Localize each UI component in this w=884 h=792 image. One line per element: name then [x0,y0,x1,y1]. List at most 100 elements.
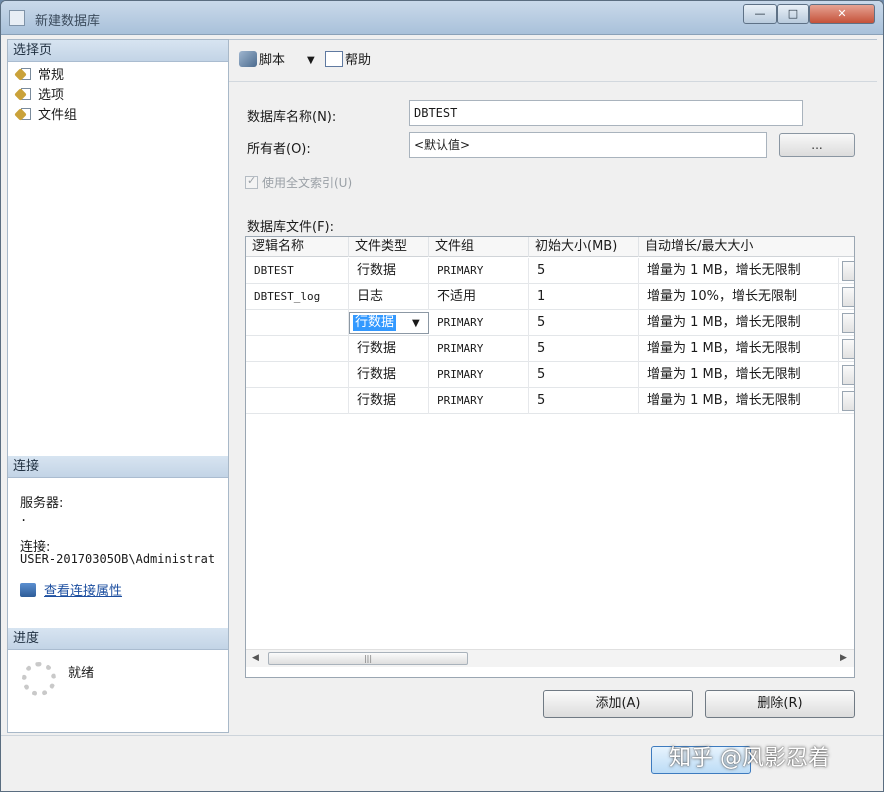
page-item-options[interactable]: 选项 [14,86,65,106]
autogrowth-edit-button[interactable] [842,391,854,411]
left-pane: 选择页 常规 选项 文件组 连接 服务器: . 连接: USER-2017030… [7,39,229,733]
file-type-cell[interactable]: 行数据 [349,362,429,388]
close-button[interactable]: ✕ [809,4,875,24]
app-icon [9,10,25,26]
file-type-selected: 行数据 [353,315,397,331]
file-type-dropdown[interactable]: 行数据 ▼ [349,312,429,334]
filegroup-cell[interactable]: PRIMARY [429,388,529,414]
logical-name-cell[interactable] [246,362,349,388]
toolbar: 脚本 ▼ 帮助 [229,40,877,82]
view-connection-properties-link[interactable]: 查看连接属性 [20,580,122,599]
owner-input[interactable]: <默认值> [409,132,767,158]
right-pane: 脚本 ▼ 帮助 数据库名称(N): DBTEST 所有者(O): <默认值> .… [229,39,877,733]
autogrowth-cell: 增量为 1 MB，增长无限制 [639,310,839,336]
view-connection-properties-text[interactable]: 查看连接属性 [44,584,122,599]
delete-button[interactable]: 删除(R) [705,690,855,718]
connection-properties-icon [20,583,36,597]
logical-name-cell[interactable] [246,336,349,362]
file-type-cell[interactable]: 行数据 [349,258,429,284]
settings-page-icon [14,67,32,81]
select-page-header: 选择页 [8,40,228,62]
logical-name-cell[interactable] [246,310,349,336]
autogrowth-edit-button[interactable] [842,287,854,307]
page-item-filegroups[interactable]: 文件组 [14,106,77,126]
chevron-down-icon[interactable]: ▼ [412,316,420,332]
initial-size-cell[interactable]: 5 [529,362,639,388]
owner-label: 所有者(O): [247,142,311,157]
database-files-grid[interactable]: 逻辑名称 文件类型 文件组 初始大小(MB) 自动增长/最大大小 DBTEST … [245,236,855,678]
fulltext-index-option: 使用全文索引(U) [245,174,352,191]
table-row[interactable]: DBTEST_log 日志 不适用 1 增量为 10%，增长无限制 [246,284,854,310]
filegroup-cell[interactable]: PRIMARY [429,336,529,362]
db-files-label: 数据库文件(F): [247,220,335,235]
filegroup-cell[interactable]: PRIMARY [429,310,529,336]
filegroup-cell[interactable]: 不适用 [429,284,529,310]
table-row[interactable]: 行数据 PRIMARY 5 增量为 1 MB，增长无限制 [246,362,854,388]
filegroup-cell[interactable]: PRIMARY [429,258,529,284]
minimize-button[interactable]: — [743,4,777,24]
scroll-left-icon[interactable]: ◀ [252,653,259,663]
autogrowth-edit-button[interactable] [842,261,854,281]
page-item-label: 常规 [38,68,65,83]
browse-owner-button[interactable]: ... [779,133,855,157]
autogrowth-cell: 增量为 10%，增长无限制 [639,284,839,310]
autogrowth-edit-button[interactable] [842,339,854,359]
autogrowth-cell: 增量为 1 MB，增长无限制 [639,388,839,414]
db-name-input[interactable]: DBTEST [409,100,803,126]
progress-header: 进度 [8,628,228,650]
watermark-text: 知乎 @风影忍着 [669,746,830,771]
help-button[interactable]: 帮助 [325,51,371,71]
column-header[interactable]: 文件类型 [349,237,429,257]
logical-name-cell[interactable]: DBTEST [246,258,349,284]
file-type-cell[interactable]: 行数据 [349,388,429,414]
column-header[interactable]: 自动增长/最大大小 [639,237,854,257]
db-name-label: 数据库名称(N): [247,110,337,125]
autogrowth-edit-button[interactable] [842,313,854,333]
progress-spinner-icon [22,662,56,696]
server-value: . [20,510,28,524]
table-row[interactable]: DBTEST 行数据 PRIMARY 5 增量为 1 MB，增长无限制 [246,258,854,284]
page-item-label: 选项 [38,88,65,103]
autogrowth-cell: 增量为 1 MB，增长无限制 [639,336,839,362]
autogrowth-edit-button[interactable] [842,365,854,385]
scroll-right-icon[interactable]: ▶ [840,653,847,663]
column-header[interactable]: 文件组 [429,237,529,257]
script-button[interactable]: 脚本 [239,51,285,71]
initial-size-cell[interactable]: 5 [529,258,639,284]
scrollbar-thumb[interactable]: ||| [268,652,468,665]
horizontal-scrollbar[interactable]: ◀ ||| ▶ [246,649,854,667]
filegroup-cell[interactable]: PRIMARY [429,362,529,388]
logical-name-cell[interactable] [246,388,349,414]
table-row[interactable]: 行数据 ▼ PRIMARY 5 增量为 1 MB，增长无限制 [246,310,854,336]
initial-size-cell[interactable]: 1 [529,284,639,310]
column-header[interactable]: 逻辑名称 [246,237,349,257]
server-label: 服务器: [20,496,64,511]
dialog-footer: 知乎 @风影忍着 [1,735,883,791]
fulltext-index-label: 使用全文索引(U) [262,176,353,190]
page-item-general[interactable]: 常规 [14,66,65,86]
grid-header: 逻辑名称 文件类型 文件组 初始大小(MB) 自动增长/最大大小 [246,237,854,257]
column-header[interactable]: 初始大小(MB) [529,237,639,257]
script-label: 脚本 [259,53,286,68]
script-dropdown-chevron-icon[interactable]: ▼ [307,51,315,71]
progress-status: 就绪 [68,666,95,681]
fulltext-index-checkbox[interactable] [245,174,258,189]
script-icon [239,51,257,67]
initial-size-cell[interactable]: 5 [529,336,639,362]
initial-size-cell[interactable]: 5 [529,388,639,414]
initial-size-cell[interactable]: 5 [529,310,639,336]
help-label: 帮助 [345,53,372,68]
maximize-button[interactable]: □ [777,4,809,24]
table-row[interactable]: 行数据 PRIMARY 5 增量为 1 MB，增长无限制 [246,336,854,362]
connection-header: 连接 [8,456,228,478]
settings-page-icon [14,87,32,101]
connection-value: USER-20170305OB\Administrat [20,552,216,566]
table-row[interactable]: 行数据 PRIMARY 5 增量为 1 MB，增长无限制 [246,388,854,414]
file-type-cell[interactable]: 日志 [349,284,429,310]
autogrowth-cell: 增量为 1 MB，增长无限制 [639,258,839,284]
window-title: 新建数据库 [35,14,101,29]
logical-name-cell[interactable]: DBTEST_log [246,284,349,310]
help-icon [325,51,343,67]
file-type-cell[interactable]: 行数据 [349,336,429,362]
add-button[interactable]: 添加(A) [543,690,693,718]
